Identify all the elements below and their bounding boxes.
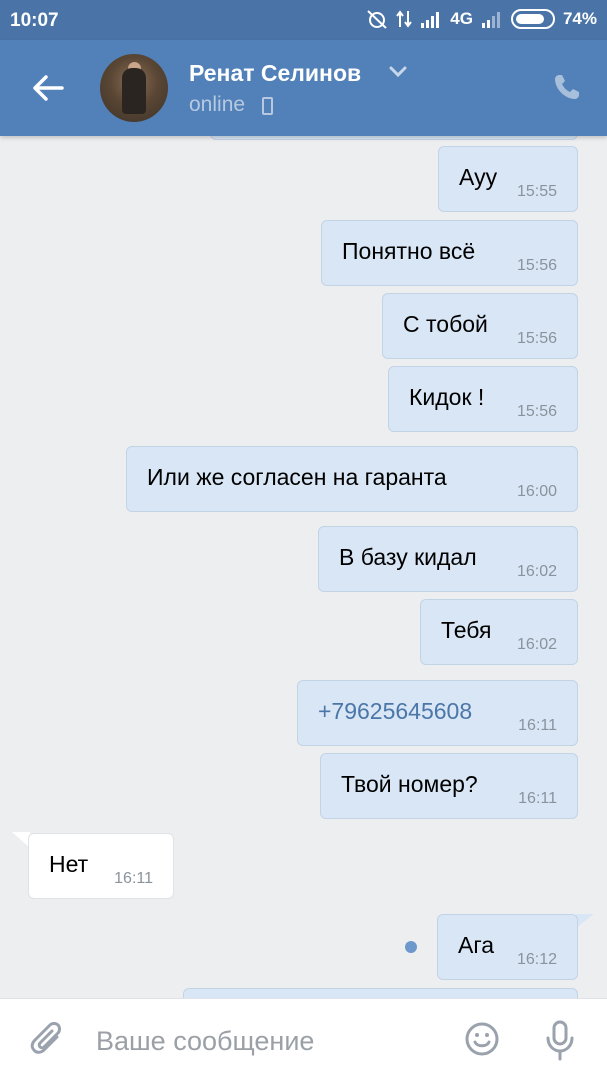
message-bubble[interactable]: Понятно всё 15:56 (321, 220, 578, 286)
message-partial-bottom (183, 988, 578, 998)
message-bubble[interactable]: Кидок ! 15:56 (388, 366, 578, 432)
message-bubble[interactable]: Ауу 15:55 (438, 146, 578, 212)
message-text: Понятно всё (342, 238, 476, 264)
emoji-icon[interactable] (464, 1021, 500, 1057)
message-time: 16:11 (518, 790, 557, 807)
message-bubble[interactable]: С тобой 15:56 (382, 293, 578, 359)
chevron-down-icon[interactable] (389, 66, 407, 78)
status-bar: 10:07 4G 74% (0, 0, 607, 40)
phone-call-icon[interactable] (552, 72, 582, 102)
microphone-icon[interactable] (542, 1019, 578, 1061)
status-time: 10:07 (10, 10, 59, 31)
message-text: Тебя (441, 617, 492, 643)
signal-weak-icon (481, 12, 500, 28)
data-transfer-icon (396, 10, 413, 28)
mobile-device-icon (262, 97, 273, 115)
message-time: 15:56 (516, 403, 557, 420)
status-icons: 4G 74% (366, 9, 597, 29)
alarm-off-icon (367, 10, 387, 29)
message-text: Твой номер? (341, 771, 478, 797)
message-bubble-incoming[interactable]: Нет 16:11 (28, 833, 174, 899)
message-text: С тобой (403, 311, 488, 337)
message-bubble[interactable]: Тебя 16:02 (420, 599, 578, 665)
back-arrow-icon[interactable] (28, 70, 68, 106)
battery-icon (510, 9, 555, 29)
message-text: Ага (458, 932, 495, 958)
unread-indicator (405, 941, 417, 953)
message-text: Нет (49, 851, 89, 877)
message-time: 15:56 (516, 257, 557, 274)
message-time: 16:11 (114, 870, 153, 887)
message-time: 16:12 (516, 951, 557, 968)
network-type: 4G (450, 9, 473, 28)
message-text: Кидок ! (409, 384, 485, 410)
message-text: Или же согласен на гаранта (147, 464, 447, 490)
contact-name[interactable]: Ренат Селинов (189, 60, 361, 87)
message-bubble[interactable]: +79625645608 16:11 (297, 680, 578, 746)
message-partial-top (210, 136, 578, 140)
contact-status: online (189, 93, 246, 116)
message-bubble[interactable]: Или же согласен на гаранта 16:00 (126, 446, 578, 512)
battery-percent: 74% (562, 9, 597, 28)
signal-icon (421, 12, 440, 28)
message-text: В базу кидал (339, 544, 477, 570)
outgoing-bubble-tail (576, 914, 594, 928)
message-bubble[interactable]: В базу кидал 16:02 (318, 526, 578, 592)
message-input[interactable] (96, 1021, 446, 1061)
phone-number-link[interactable]: +79625645608 (318, 698, 472, 725)
message-text: Ауу (459, 164, 498, 190)
paperclip-icon[interactable] (30, 1021, 66, 1061)
message-time: 15:55 (516, 183, 557, 200)
message-bubble[interactable]: Твой номер? 16:11 (320, 753, 578, 819)
message-time: 16:02 (516, 563, 557, 580)
message-time: 15:56 (516, 330, 557, 347)
message-bubble[interactable]: Ага 16:12 (437, 914, 578, 980)
message-composer (0, 998, 607, 1080)
message-list[interactable]: Ауу 15:55 Понятно всё 15:56 С тобой 15:5… (0, 136, 607, 998)
avatar[interactable] (100, 54, 168, 122)
message-time: 16:11 (518, 717, 557, 734)
message-time: 16:02 (516, 636, 557, 653)
chat-header: Ренат Селинов online (0, 40, 607, 136)
message-time: 16:00 (516, 483, 557, 500)
